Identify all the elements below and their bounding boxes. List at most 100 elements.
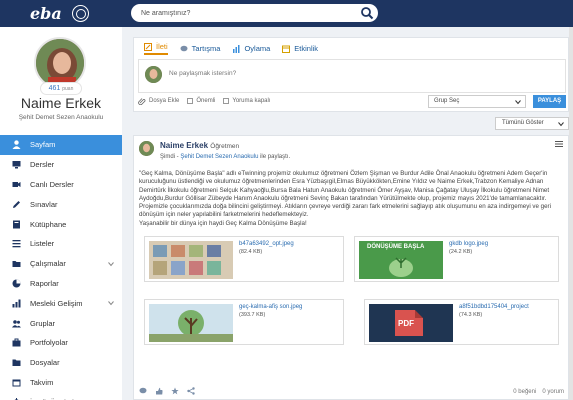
attachment-card[interactable]: PDF a8f51bdbd175404_project (74.3 KB) [364, 299, 559, 345]
post-body-paragraph: Yaşanabilir bir dünya için haydi Geç Kal… [139, 219, 307, 227]
tab-label: Tartışma [191, 44, 221, 53]
comments-closed-option[interactable]: Yoruma kapalı [223, 98, 271, 104]
chevron-down-icon[interactable] [108, 261, 114, 267]
tab-oylama[interactable]: Oylama [232, 42, 270, 55]
post-author-avatar[interactable] [139, 141, 154, 156]
sidebar-item-label: Kütüphane [30, 219, 67, 229]
thumbnail-caption: PDF [398, 319, 414, 328]
comment-icon[interactable] [139, 387, 147, 395]
search-icon[interactable] [360, 6, 374, 20]
chevron-down-icon [515, 100, 521, 105]
profile-avatar[interactable] [34, 37, 86, 89]
briefcase-icon [12, 338, 21, 347]
user-icon [12, 140, 21, 150]
video-icon [12, 180, 21, 189]
attachment-thumbnail[interactable]: DÖNÜŞÜME BAŞLA [359, 241, 443, 279]
sidebar-item-çalışmalar[interactable]: Çalışmalar [0, 254, 122, 274]
attachment-thumbnail[interactable] [149, 241, 233, 279]
profile-name[interactable]: Naime Erkek [0, 95, 122, 111]
paperclip-icon [138, 98, 146, 105]
like-count[interactable]: 0 beğeni [513, 389, 536, 395]
profile-school: Şehit Demet Sezen Anaokulu [18, 114, 104, 121]
attachment-card[interactable]: DÖNÜŞÜME BAŞLA gkdb logo.jpeg (24.2 KB) [354, 236, 559, 282]
page-scrollbar[interactable] [569, 27, 573, 400]
star-icon[interactable] [171, 387, 179, 395]
composer-tools: Dosya Ekle Önemli Yoruma kapalı [138, 97, 271, 105]
thumbnail-caption: DÖNÜŞÜME BAŞLA [367, 244, 425, 250]
post-body: "Geç Kalma, Dönüşüme Başla" adlı eTwinni… [139, 170, 561, 228]
attach-file-button[interactable]: Dosya Ekle [138, 97, 179, 105]
like-icon[interactable] [155, 387, 163, 395]
sidebar-item-mesleki-gelişim[interactable]: Mesleki Gelişim [0, 293, 122, 313]
tab-tartisma[interactable]: Tartışma [180, 42, 221, 55]
pencil-icon [144, 42, 152, 51]
top-bar: eba [0, 0, 573, 27]
sidebar-item-i-çerik-üretimi[interactable]: İçerik Üretimi [0, 392, 122, 400]
post-school-link[interactable]: Şehit Demet Sezen Anaokulu [180, 154, 258, 160]
share-button[interactable]: PAYLAŞ [533, 95, 566, 108]
feed-filter-select[interactable]: Tümünü Göster [495, 117, 569, 130]
comments-closed-checkbox[interactable] [223, 98, 230, 104]
sidebar-item-kütüphane[interactable]: Kütüphane [0, 214, 122, 234]
attachment-thumbnail[interactable]: PDF [369, 304, 453, 342]
attachment-size: (82.4 KB) [239, 249, 263, 255]
search-box[interactable] [131, 4, 378, 22]
sidebar-item-dersler[interactable]: Dersler [0, 155, 122, 175]
attachment-name[interactable]: a8f51bdbd175404_project [459, 304, 529, 310]
points-value: 461 [48, 85, 61, 92]
monitor-icon [12, 160, 21, 169]
sidebar-item-takvim[interactable]: Takvim [0, 373, 122, 393]
composer: İleti Tartışma Oylama Etkinlik Dosya Ekl… [133, 37, 569, 112]
tab-etkinlik[interactable]: Etkinlik [282, 42, 318, 55]
post-author-name[interactable]: Naime Erkek [160, 141, 208, 150]
folder-open-icon [12, 259, 21, 268]
attachment-card[interactable]: geç-kalma-afiş son.jpeg (393.7 KB) [144, 299, 344, 345]
comments-closed-label: Yoruma kapalı [232, 98, 271, 104]
calendar-icon [12, 378, 21, 387]
chat-icon [180, 45, 188, 51]
sidebar-item-dosyalar[interactable]: Dosyalar [0, 353, 122, 373]
sidebar-item-label: Takvim [30, 377, 54, 387]
eba-logo[interactable]: eba [30, 4, 62, 23]
sidebar-item-portfolyolar[interactable]: Portfolyolar [0, 333, 122, 353]
comment-count[interactable]: 0 yorum [542, 389, 564, 395]
attachment-name[interactable]: b47a63492_opt.jpeg [239, 241, 294, 247]
post-input[interactable] [169, 70, 549, 77]
important-checkbox[interactable] [187, 98, 194, 104]
sidebar-item-canlı-dersler[interactable]: Canlı Dersler [0, 175, 122, 195]
attachment-name[interactable]: gkdb logo.jpeg [449, 241, 488, 247]
post-reactions [139, 387, 195, 395]
sidebar-item-label: Sınavlar [30, 199, 58, 209]
composer-tabs: İleti Tartışma Oylama Etkinlik [144, 42, 318, 55]
sidebar-item-listeler[interactable]: Listeler [0, 234, 122, 254]
folder-icon [12, 358, 21, 367]
sidebar-item-label: Raporlar [30, 278, 59, 288]
attachment-size: (393.7 KB) [239, 312, 266, 318]
group-select[interactable]: Grup Seç [428, 95, 526, 108]
tab-ileti[interactable]: İleti [144, 42, 168, 55]
chevron-down-icon [558, 122, 564, 127]
sidebar-item-sınavlar[interactable]: Sınavlar [0, 194, 122, 214]
list-icon [12, 239, 21, 248]
group-icon [12, 319, 21, 328]
sidebar-item-sayfam[interactable]: Sayfam [0, 135, 122, 155]
share-icon[interactable] [187, 387, 195, 395]
chevron-down-icon[interactable] [108, 300, 114, 306]
compose-area[interactable] [138, 59, 566, 93]
book-icon [12, 220, 21, 229]
important-option[interactable]: Önemli [187, 98, 215, 104]
points-badge: 461 puan [41, 83, 81, 94]
attachment-size: (74.3 KB) [459, 312, 483, 318]
post-menu-icon[interactable] [555, 141, 563, 147]
attachment-card[interactable]: b47a63492_opt.jpeg (82.4 KB) [144, 236, 344, 282]
search-input[interactable] [141, 4, 351, 22]
attachment-thumbnail[interactable] [149, 304, 233, 342]
post-author[interactable]: Naime Erkek Öğretmen [160, 141, 239, 150]
sidebar-item-raporlar[interactable]: Raporlar [0, 274, 122, 294]
sidebar-item-label: Sayfam [30, 140, 56, 150]
attachment-name[interactable]: geç-kalma-afiş son.jpeg [239, 304, 302, 310]
post-meta: Şimdi - Şehit Demet Sezen Anaokulu ile p… [160, 154, 291, 160]
tab-label: İleti [156, 42, 168, 51]
composer-avatar [145, 66, 162, 83]
sidebar-item-gruplar[interactable]: Gruplar [0, 313, 122, 333]
